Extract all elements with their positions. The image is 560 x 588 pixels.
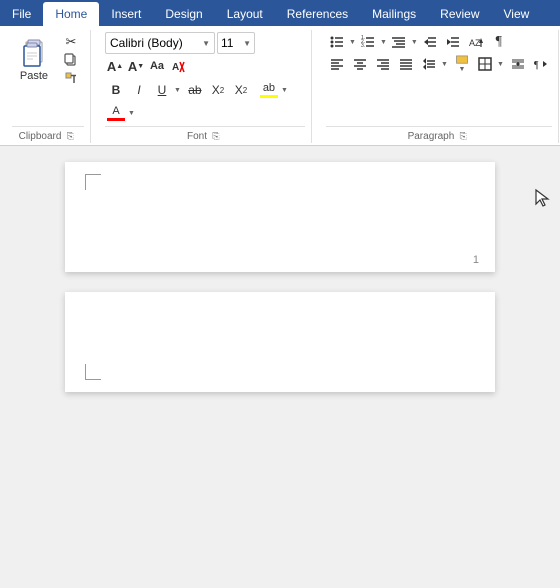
- sort-button[interactable]: AZ: [465, 32, 487, 52]
- italic-button[interactable]: I: [128, 79, 150, 101]
- borders-dropdown[interactable]: ▼: [497, 61, 504, 68]
- page-break: [0, 272, 560, 292]
- numbering-button[interactable]: 1. 2. 3.: [357, 32, 379, 52]
- text-highlight-button[interactable]: ab: [258, 79, 280, 101]
- font-color-dropdown-arrow[interactable]: ▼: [128, 110, 135, 117]
- bold-button[interactable]: B: [105, 79, 127, 101]
- tab-insert[interactable]: Insert: [99, 2, 153, 26]
- svg-text:A: A: [172, 62, 179, 73]
- clear-formatting-button[interactable]: A: [168, 56, 188, 76]
- cut-button[interactable]: ✂: [58, 34, 84, 51]
- line-spacing-button[interactable]: [418, 54, 440, 74]
- page-corner-bottom-left: [85, 364, 101, 380]
- decrease-indent-button[interactable]: [419, 32, 441, 52]
- line-spacing-dropdown[interactable]: ▼: [441, 61, 448, 68]
- paste-button[interactable]: Paste: [12, 32, 56, 88]
- justify-button[interactable]: [395, 54, 417, 74]
- underline-button[interactable]: U: [151, 79, 173, 101]
- clipboard-content: Paste ✂: [12, 30, 84, 124]
- change-case-button[interactable]: Aa: [147, 56, 167, 76]
- paragraph-content: ▼ 1. 2. 3. ▼: [326, 30, 552, 124]
- page-corner-top-left: [85, 174, 101, 190]
- paste-label: Paste: [20, 70, 48, 82]
- font-group: Calibri (Body) ▼ 11 ▼ A▲ A▼ Aa A: [99, 30, 312, 143]
- paste-icon: [20, 38, 48, 70]
- font-name-selector[interactable]: Calibri (Body) ▼: [105, 32, 215, 54]
- tab-review[interactable]: Review: [428, 2, 491, 26]
- svg-text:¶: ¶: [534, 60, 539, 71]
- highlight-dropdown-arrow[interactable]: ▼: [281, 87, 288, 94]
- tab-layout[interactable]: Layout: [215, 2, 275, 26]
- decrease-font-size-button[interactable]: A▼: [126, 56, 146, 76]
- page-2: [65, 292, 495, 392]
- borders-button[interactable]: [474, 54, 496, 74]
- clipboard-label: Clipboard ⎘: [12, 126, 84, 143]
- paragraph-inner: ▼ 1. 2. 3. ▼: [326, 32, 552, 74]
- font-selector-row: Calibri (Body) ▼ 11 ▼ A▲ A▼ Aa A: [105, 32, 305, 76]
- font-size-dropdown-arrow: ▼: [243, 39, 251, 48]
- font-size-value: 11: [221, 36, 243, 50]
- clipboard-expand-button[interactable]: ⎘: [63, 129, 77, 143]
- page-1: 1: [65, 162, 495, 272]
- page-number: 1: [473, 254, 479, 266]
- paragraph-row-2: ▼ ▼: [326, 54, 552, 74]
- page-top-area: 1: [65, 162, 495, 272]
- copy-button[interactable]: [58, 52, 84, 69]
- tab-file[interactable]: File: [0, 2, 43, 26]
- multilevel-list-button[interactable]: [388, 32, 410, 52]
- paragraph-expand-button[interactable]: ⎘: [456, 129, 470, 143]
- font-size-selector[interactable]: 11 ▼: [217, 32, 255, 54]
- paragraph-label: Paragraph ⎘: [326, 126, 552, 143]
- font-name-value: Calibri (Body): [110, 36, 202, 50]
- font-color-button[interactable]: A: [105, 102, 127, 124]
- paragraph-spacing-button[interactable]: [507, 54, 529, 74]
- tab-design[interactable]: Design: [153, 2, 214, 26]
- font-color-bar: [107, 118, 125, 121]
- increase-font-size-button[interactable]: A▲: [105, 56, 125, 76]
- align-left-button[interactable]: [326, 54, 348, 74]
- strikethrough-button[interactable]: ab: [184, 79, 206, 101]
- document-area: 1: [0, 146, 560, 588]
- bullets-dropdown[interactable]: ▼: [349, 39, 356, 46]
- align-right-button[interactable]: [372, 54, 394, 74]
- numbering-dropdown[interactable]: ▼: [380, 39, 387, 46]
- font-content: Calibri (Body) ▼ 11 ▼ A▲ A▼ Aa A: [105, 30, 305, 124]
- show-formatting-button[interactable]: ¶: [488, 32, 510, 52]
- align-center-button[interactable]: [349, 54, 371, 74]
- tab-references[interactable]: References: [275, 2, 360, 26]
- tab-row: File Home Insert Design Layout Reference…: [0, 0, 560, 26]
- font-expand-button[interactable]: ⎘: [209, 129, 223, 143]
- tab-home[interactable]: Home: [43, 2, 99, 26]
- superscript-button[interactable]: X2: [230, 79, 252, 101]
- ribbon: Paste ✂ Cl: [0, 26, 560, 146]
- subscript-button[interactable]: X2: [207, 79, 229, 101]
- shading-button[interactable]: ▼: [451, 54, 473, 74]
- tab-mailings[interactable]: Mailings: [360, 2, 428, 26]
- font-label: Font ⎘: [105, 126, 305, 143]
- shading-dropdown[interactable]: ▼: [458, 66, 465, 73]
- rtl-button[interactable]: ¶: [530, 54, 552, 74]
- format-painter-button[interactable]: [58, 70, 84, 87]
- bullets-button[interactable]: [326, 32, 348, 52]
- paragraph-group: ▼ 1. 2. 3. ▼: [320, 30, 559, 143]
- paragraph-row-1: ▼ 1. 2. 3. ▼: [326, 32, 552, 52]
- format-buttons-row: B I U ▼ ab X2 X2 ab ▼ A ▼: [105, 79, 305, 124]
- underline-dropdown-arrow[interactable]: ▼: [174, 87, 181, 94]
- font-size-buttons: A▲ A▼ Aa A: [105, 56, 188, 76]
- tab-view[interactable]: View: [492, 2, 542, 26]
- svg-text:3.: 3.: [361, 43, 365, 49]
- font-name-dropdown-arrow: ▼: [202, 39, 210, 48]
- multilevel-dropdown[interactable]: ▼: [411, 39, 418, 46]
- highlight-color-bar: [260, 95, 278, 98]
- clipboard-small-buttons: ✂: [58, 32, 84, 88]
- increase-indent-button[interactable]: [442, 32, 464, 52]
- clipboard-group: Paste ✂ Cl: [6, 30, 91, 143]
